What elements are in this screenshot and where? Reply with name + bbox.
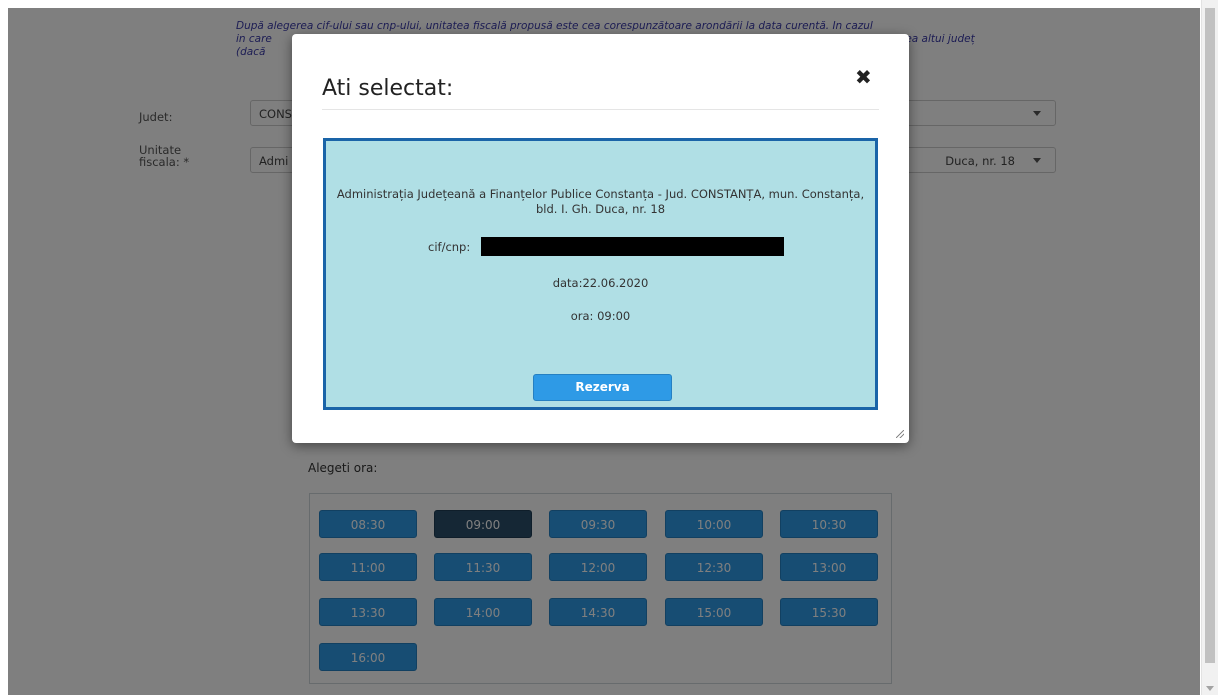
scrollbar-thumb[interactable] (1205, 8, 1215, 663)
dialog-divider (322, 109, 879, 110)
appointment-time: ora: 09:00 (570, 309, 631, 323)
resize-grip-icon[interactable] (896, 430, 904, 438)
appointment-date: data:22.06.2020 (552, 276, 649, 290)
fiscal-unit-address: Administrația Județeană a Finanțelor Pub… (336, 187, 865, 216)
cif-label: cif/cnp: (428, 240, 471, 254)
dialog-title: Ati selectat: (322, 76, 454, 101)
close-icon[interactable]: ✖ (855, 67, 872, 87)
selection-summary-panel: Administrația Județeană a Finanțelor Pub… (323, 138, 878, 410)
redacted-cif-value (481, 237, 784, 256)
scroll-down-arrow-icon[interactable] (1206, 686, 1214, 691)
rezerva-button[interactable]: Rezerva (533, 374, 672, 401)
page-scrollbar[interactable] (1201, 0, 1218, 695)
confirmation-dialog: Ati selectat: ✖ Administrația Județeană … (292, 34, 909, 443)
